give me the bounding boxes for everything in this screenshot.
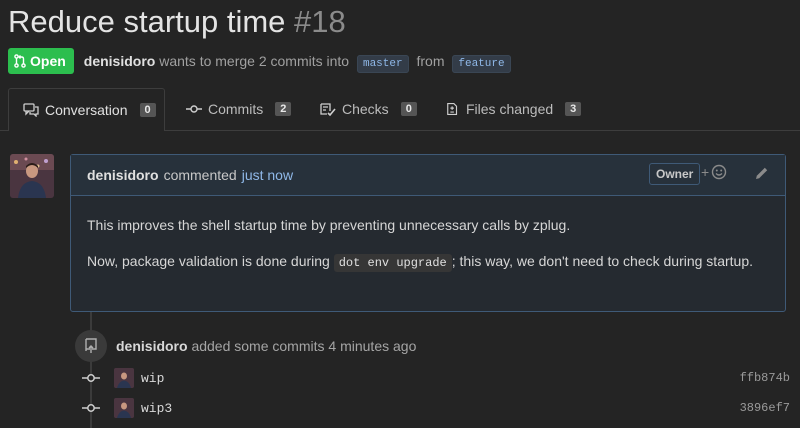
tab-label: Commits — [208, 101, 264, 117]
git-pull-request-icon — [14, 54, 26, 68]
pencil-icon — [756, 167, 768, 179]
comment-action: commented — [163, 167, 237, 183]
commit-sha-link[interactable]: ffb874b — [740, 371, 790, 385]
comment-text: Now, package validation is done during — [87, 253, 334, 269]
commit-row: wip3 3896ef7 — [80, 397, 790, 419]
tab-label: Conversation — [45, 102, 128, 118]
state-label: Open — [30, 53, 66, 69]
comment-paragraph-2: Now, package validation is done during d… — [87, 251, 769, 274]
comment-body: This improves the shell startup time by … — [71, 215, 785, 274]
tab-label: Checks — [342, 101, 389, 117]
avatar-image — [10, 154, 54, 198]
comment-discussion-icon — [23, 103, 39, 117]
tab-counter: 2 — [275, 102, 292, 116]
commit-row: wip ffb874b — [80, 367, 790, 389]
smiley-icon — [711, 164, 727, 180]
commit-message-link[interactable]: wip — [141, 371, 164, 386]
pr-tabs: Conversation 0 Commits 2 Checks 0 Files … — [0, 88, 800, 131]
commit-sha-link[interactable]: 3896ef7 — [740, 401, 790, 415]
repo-push-icon — [85, 338, 97, 353]
edit-comment-button[interactable] — [755, 166, 769, 183]
tab-label: Files changed — [466, 101, 554, 117]
tab-counter: 3 — [565, 102, 582, 116]
comment-paragraph-1: This improves the shell startup time by … — [87, 217, 571, 233]
comment-author-avatar[interactable] — [10, 154, 54, 198]
commit-author-avatar[interactable] — [114, 398, 134, 418]
comment-box: denisidoro commented just now Owner + Th… — [70, 154, 786, 312]
checklist-icon — [320, 103, 336, 116]
event-time[interactable]: 4 minutes ago — [328, 338, 416, 354]
event-action: added some commits — [191, 338, 325, 354]
tab-files-changed[interactable]: Files changed 3 — [446, 88, 582, 130]
merge-text: wants to merge 2 commits into — [159, 52, 350, 69]
plus-icon: + — [701, 164, 710, 180]
from-text: from — [416, 52, 445, 69]
tab-checks[interactable]: Checks 0 — [320, 88, 417, 130]
comment-timestamp-link[interactable]: just now — [242, 167, 293, 183]
git-commit-icon — [186, 105, 202, 113]
event-author-link[interactable]: denisidoro — [116, 338, 188, 354]
pr-state-row: Open denisidoro wants to merge 2 commits… — [8, 48, 515, 74]
pr-author-link[interactable]: denisidoro — [84, 53, 156, 69]
comment-header: denisidoro commented just now Owner + — [71, 155, 785, 196]
tab-counter: 0 — [139, 103, 156, 117]
tab-counter: 0 — [400, 102, 417, 116]
owner-badge: Owner — [649, 163, 701, 185]
comment-author-link[interactable]: denisidoro — [87, 167, 159, 183]
pr-title-text: Reduce startup time — [8, 4, 286, 39]
pr-title: Reduce startup time #18 — [8, 2, 346, 42]
base-branch[interactable]: master — [356, 54, 409, 73]
add-reaction-button[interactable]: + — [701, 164, 727, 180]
commits-event-text: denisidoro added some commits 4 minutes … — [116, 338, 416, 354]
pr-meta: denisidoro wants to merge 2 commits into… — [84, 52, 515, 73]
file-diff-icon — [447, 103, 458, 115]
comment-text: ; this way, we don't need to check durin… — [451, 253, 753, 269]
head-branch[interactable]: feature — [452, 54, 511, 73]
commit-message-link[interactable]: wip3 — [141, 401, 172, 416]
commit-author-avatar[interactable] — [114, 368, 134, 388]
inline-code: dot env upgrade — [333, 254, 452, 272]
tab-commits[interactable]: Commits 2 — [186, 88, 292, 130]
commits-event-badge — [75, 330, 107, 362]
git-commit-icon — [80, 401, 102, 415]
tab-conversation[interactable]: Conversation 0 — [8, 88, 165, 131]
pr-number: #18 — [294, 4, 346, 39]
git-commit-icon — [80, 371, 102, 385]
state-badge-open: Open — [8, 48, 74, 74]
